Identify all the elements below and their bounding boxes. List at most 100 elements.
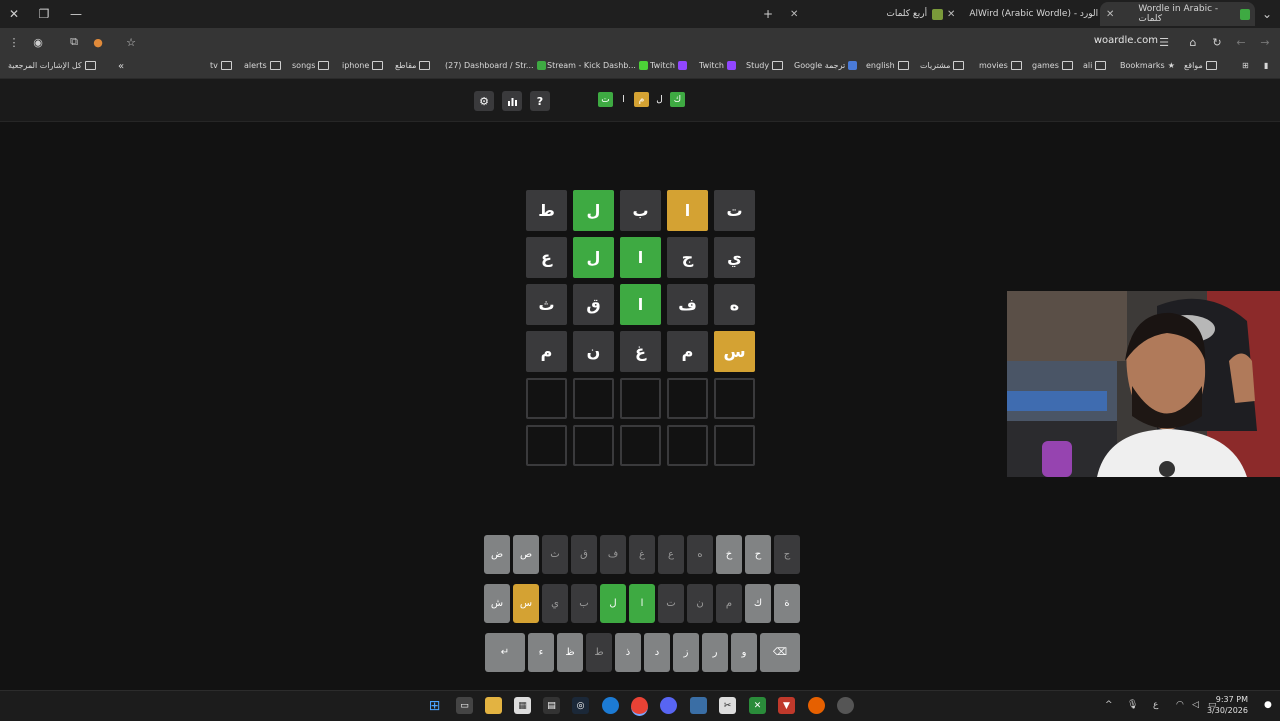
key[interactable]: ذ [615,633,641,672]
bookmark-bookmarks[interactable]: Bookmarks ★ [1120,61,1175,70]
key[interactable]: ا [629,584,655,623]
site-settings-icon[interactable]: ☰ [1156,34,1172,50]
bookmark-twitch-2[interactable]: Twitch [699,61,739,70]
microphone-icon[interactable]: 🎙 [1127,700,1138,710]
profile-icon[interactable]: ◉ [30,34,46,50]
key[interactable]: ق [571,535,597,574]
xbox-icon[interactable]: ✕ [749,697,766,714]
bookmark-songs[interactable]: songs [292,61,332,70]
key[interactable]: ض [484,535,510,574]
tray-overflow-icon[interactable]: ^ [1105,700,1113,710]
extension-icon[interactable]: ● [90,34,106,50]
new-tab-icon[interactable]: + [758,4,778,24]
key[interactable]: س [513,584,539,623]
task-view-icon[interactable]: ▭ [456,697,473,714]
key[interactable]: ج [774,535,800,574]
close-tab-icon[interactable]: ✕ [790,9,798,20]
bookmark-dashboard[interactable]: (27) Dashboard / Str... [445,61,549,70]
brave-icon[interactable]: ▼ [778,697,795,714]
key[interactable]: ث [542,535,568,574]
close-tab-icon[interactable]: ✕ [1106,9,1114,20]
bookmark-clips[interactable]: مقاطع [395,61,433,70]
bookmark-games[interactable]: games [1032,61,1076,70]
bookmark-english[interactable]: english [866,61,912,70]
tab-search-icon[interactable]: ⌄ [1257,4,1277,24]
store-icon[interactable]: ▦ [514,697,531,714]
key[interactable]: و [731,633,757,672]
chrome-icon[interactable] [631,697,648,716]
bookmark-kick[interactable]: Stream - Kick Dashb... [547,61,651,70]
forward-icon[interactable]: → [1257,34,1273,50]
start-icon[interactable]: ⊞ [426,697,443,714]
clock[interactable]: 9:37 PM 3/30/2026 [1207,694,1248,716]
bookmark-sites[interactable]: مواقع [1184,61,1220,70]
key[interactable]: ي [542,584,568,623]
key[interactable]: ع [658,535,684,574]
bookmark-twitch-1[interactable]: Twitch [650,61,690,70]
address-bar[interactable]: woardle.com [1094,35,1158,46]
bookmark-movies[interactable]: movies [979,61,1025,70]
firefox-icon[interactable] [808,697,825,714]
discord-icon[interactable] [660,697,677,714]
volume-icon[interactable]: ◁ [1192,700,1199,710]
stats-icon[interactable] [502,91,522,111]
app-icon[interactable] [690,697,707,714]
backspace-key[interactable]: ⌫ [760,633,800,672]
key[interactable]: ط [586,633,612,672]
app-icon[interactable]: ▤ [543,697,560,714]
tab-arbaa-kalimat[interactable]: ✕ أربع كلمات [784,2,948,26]
bookmark-iphone[interactable]: iphone [342,61,386,70]
bookmark-purchases[interactable]: مشتريات [920,61,967,70]
home-icon[interactable]: ⌂ [1185,34,1201,50]
key[interactable]: ص [513,535,539,574]
minimize-window-icon[interactable]: — [66,4,86,24]
wifi-icon[interactable]: ◠ [1176,700,1184,710]
bookmark-alerts[interactable]: alerts [244,61,284,70]
snipping-tool-icon[interactable]: ✂ [719,697,736,714]
key[interactable]: م [716,584,742,623]
key[interactable]: د [644,633,670,672]
sidebar-icon[interactable]: ▮ [1264,61,1268,70]
key[interactable]: ز [673,633,699,672]
key[interactable]: ر [702,633,728,672]
apps-grid-icon[interactable]: ⊞ [1242,61,1249,70]
tab-wordle-arabic[interactable]: ✕ Wordle in Arabic - كلمات [1100,2,1255,26]
steam-icon[interactable]: ◎ [572,697,589,714]
key[interactable]: ف [600,535,626,574]
key[interactable]: ل [600,584,626,623]
key[interactable]: ك [745,584,771,623]
edge-icon[interactable] [602,697,619,714]
bookmark-ali[interactable]: ali [1083,61,1109,70]
bookmark-star-icon[interactable]: ☆ [123,34,139,50]
key[interactable]: ء [528,633,554,672]
tab-alwird[interactable]: ✕ AlWird (Arabic Wordle) - الورد [941,2,1119,26]
notification-icon[interactable]: ● [1264,700,1272,710]
key[interactable]: ة [774,584,800,623]
key[interactable]: غ [629,535,655,574]
extensions-icon[interactable]: ⧉ [66,34,82,50]
all-bookmarks[interactable]: كل الإشارات المرجعية [8,61,99,70]
key[interactable]: ش [484,584,510,623]
key[interactable]: ه [687,535,713,574]
language-indicator[interactable]: ع [1153,700,1158,710]
back-icon[interactable]: ← [1233,34,1249,50]
reload-icon[interactable]: ↻ [1209,34,1225,50]
key[interactable]: ظ [557,633,583,672]
menu-icon[interactable]: ⋮ [6,34,22,50]
key[interactable]: ح [745,535,771,574]
key[interactable]: ن [687,584,713,623]
help-icon[interactable]: ? [530,91,550,111]
key[interactable]: خ [716,535,742,574]
bookmarks-overflow[interactable]: « [118,61,124,72]
bookmark-study[interactable]: Study [746,61,786,70]
restore-window-icon[interactable]: ❐ [34,4,54,24]
close-window-icon[interactable]: ✕ [4,4,24,24]
key[interactable]: ب [571,584,597,623]
enter-key[interactable]: ↵ [485,633,525,672]
app-icon[interactable] [837,697,854,714]
settings-icon[interactable]: ⚙ [474,91,494,111]
key[interactable]: ت [658,584,684,623]
bookmark-google-translate[interactable]: Google ترجمة [794,61,860,70]
file-explorer-icon[interactable] [485,697,502,714]
close-tab-icon[interactable]: ✕ [947,9,955,20]
